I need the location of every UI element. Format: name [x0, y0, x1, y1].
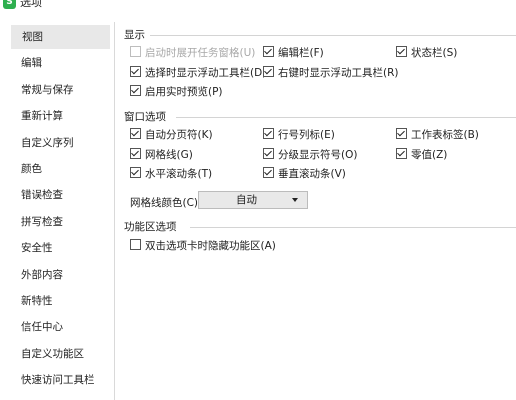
sheet-tabs-option[interactable]: 工作表标签(B) [396, 127, 479, 143]
float-toolbar-rightclick-checkbox[interactable] [263, 66, 274, 77]
auto-page-break-checkbox[interactable] [130, 128, 141, 139]
status-bar-label: 状态栏(S) [411, 47, 458, 59]
gridlines-option[interactable]: 网格线(G) [130, 147, 193, 163]
live-preview-label: 启用实时预览(P) [145, 86, 223, 98]
row-col-headers-label: 行号列标(E) [278, 129, 335, 141]
status-bar-checkbox[interactable] [396, 46, 407, 57]
auto-page-break-option[interactable]: 自动分页符(K) [130, 127, 213, 143]
live-preview-checkbox[interactable] [130, 85, 141, 96]
outline-symbols-label: 分级显示符号(O) [278, 149, 358, 161]
ribbon-options-section-divider [190, 227, 516, 228]
horizontal-scrollbar-option[interactable]: 水平滚动条(T) [130, 166, 212, 182]
startup-taskpane-label: 启动时展开任务窗格(U) [145, 47, 256, 59]
row-col-headers-checkbox[interactable] [263, 128, 274, 139]
sheet-tabs-checkbox[interactable] [396, 128, 407, 139]
sidebar-item-trust-center[interactable]: 信任中心 [10, 315, 110, 339]
options-panel: 显示 启动时展开任务窗格(U) 编辑栏(F) 状态栏(S) 选择时显示浮动工具栏… [118, 22, 516, 400]
horizontal-scrollbar-label: 水平滚动条(T) [145, 168, 213, 180]
app-logo-icon: S [3, 0, 16, 9]
float-toolbar-rightclick-label: 右键时显示浮动工具栏(R) [278, 67, 399, 79]
gridline-color-label: 网格线颜色(C): [130, 197, 202, 209]
vertical-scrollbar-label: 垂直滚动条(V) [278, 168, 346, 180]
startup-taskpane-option[interactable]: 启动时展开任务窗格(U) [130, 45, 255, 61]
dropdown-arrow-icon [292, 198, 298, 202]
gridline-color-value: 自动 [236, 194, 257, 206]
float-toolbar-select-checkbox[interactable] [130, 66, 141, 77]
window-title: 选项 [20, 0, 42, 9]
ribbon-options-section-title: 功能区选项 [124, 221, 177, 233]
float-toolbar-select-label: 选择时显示浮动工具栏(D) [145, 67, 267, 79]
display-section-title: 显示 [124, 29, 145, 41]
sidebar-item-quick-access-toolbar[interactable]: 快速访问工具栏 [10, 368, 110, 392]
horizontal-scrollbar-checkbox[interactable] [130, 167, 141, 178]
title-bar: S 选项 [0, 0, 516, 14]
sidebar-item-spell-check[interactable]: 拼写检查 [10, 210, 110, 234]
status-bar-option[interactable]: 状态栏(S) [396, 45, 457, 61]
sidebar-item-general-save[interactable]: 常规与保存 [10, 78, 110, 102]
window-options-section-divider [176, 117, 516, 118]
gridlines-label: 网格线(G) [145, 149, 193, 161]
zero-values-label: 零值(Z) [411, 149, 448, 161]
live-preview-option[interactable]: 启用实时预览(P) [130, 84, 223, 100]
sidebar-item-custom-lists[interactable]: 自定义序列 [10, 131, 110, 155]
float-toolbar-select-option[interactable]: 选择时显示浮动工具栏(D) [130, 65, 266, 81]
sheet-tabs-label: 工作表标签(B) [411, 129, 479, 141]
sidebar-item-customize-ribbon[interactable]: 自定义功能区 [10, 342, 110, 366]
options-category-list: 视图 编辑 常规与保存 重新计算 自定义序列 颜色 错误检查 拼写检查 安全性 … [10, 22, 115, 400]
startup-taskpane-checkbox[interactable] [130, 46, 141, 57]
zero-values-option[interactable]: 零值(Z) [396, 147, 447, 163]
display-section-divider [150, 35, 516, 36]
hide-ribbon-dblclick-label: 双击选项卡时隐藏功能区(A) [145, 240, 276, 252]
sidebar-item-recalculate[interactable]: 重新计算 [10, 104, 110, 128]
hide-ribbon-dblclick-checkbox[interactable] [130, 239, 141, 250]
outline-symbols-checkbox[interactable] [263, 148, 274, 159]
outline-symbols-option[interactable]: 分级显示符号(O) [263, 147, 357, 163]
gridlines-checkbox[interactable] [130, 148, 141, 159]
float-toolbar-rightclick-option[interactable]: 右键时显示浮动工具栏(R) [263, 65, 399, 81]
vertical-scrollbar-option[interactable]: 垂直滚动条(V) [263, 166, 346, 182]
formula-bar-label: 编辑栏(F) [278, 47, 324, 59]
zero-values-checkbox[interactable] [396, 148, 407, 159]
sidebar-item-view[interactable]: 视图 [11, 25, 110, 49]
sidebar-item-security[interactable]: 安全性 [10, 236, 110, 260]
sidebar-item-color[interactable]: 颜色 [10, 157, 110, 181]
formula-bar-option[interactable]: 编辑栏(F) [263, 45, 324, 61]
row-col-headers-option[interactable]: 行号列标(E) [263, 127, 335, 143]
sidebar-item-edit[interactable]: 编辑 [10, 51, 110, 75]
hide-ribbon-dblclick-option[interactable]: 双击选项卡时隐藏功能区(A) [130, 238, 276, 254]
window-options-section-title: 窗口选项 [124, 111, 166, 123]
sidebar-item-new-features[interactable]: 新特性 [10, 289, 110, 313]
gridline-color-dropdown[interactable]: 自动 [198, 191, 308, 209]
auto-page-break-label: 自动分页符(K) [145, 129, 213, 141]
vertical-scrollbar-checkbox[interactable] [263, 167, 274, 178]
sidebar-item-external-content[interactable]: 外部内容 [10, 263, 110, 287]
formula-bar-checkbox[interactable] [263, 46, 274, 57]
sidebar-item-error-checking[interactable]: 错误检查 [10, 183, 110, 207]
